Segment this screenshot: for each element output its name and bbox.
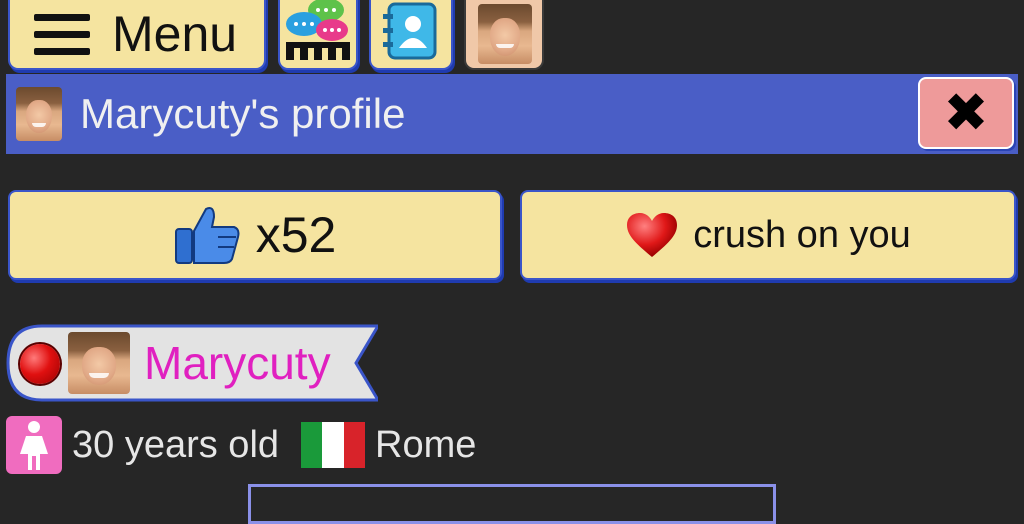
close-icon: ✖ [943, 83, 989, 143]
my-avatar-button[interactable] [464, 0, 544, 70]
italy-flag-icon [301, 422, 365, 468]
user-name-tag: Marycuty [6, 324, 378, 402]
stats-box[interactable] [248, 484, 776, 524]
online-status-icon [20, 344, 60, 384]
heart-icon [627, 213, 678, 257]
city-text: Rome [375, 423, 477, 466]
female-icon [6, 416, 62, 474]
hamburger-icon [34, 14, 90, 56]
like-count: x52 [255, 207, 337, 263]
crush-label: crush on you [693, 213, 911, 256]
like-button[interactable]: x52 [8, 190, 502, 280]
chat-bubbles-icon [286, 0, 350, 60]
menu-label: Menu [112, 6, 238, 62]
address-book-icon [383, 2, 437, 60]
profile-avatar[interactable] [68, 332, 130, 394]
header-avatar [16, 87, 62, 141]
contacts-button[interactable] [369, 0, 453, 70]
profile-header: Marycuty's profile ✖ [6, 74, 1018, 154]
menu-button[interactable]: Menu [8, 0, 266, 70]
avatar-photo [478, 4, 532, 64]
thumbs-up-icon [174, 207, 240, 264]
page-title: Marycuty's profile [80, 90, 406, 137]
close-button[interactable]: ✖ [918, 77, 1014, 149]
chat-button[interactable] [278, 0, 358, 70]
age-text: 30 years old [72, 423, 280, 466]
profile-info-row: 30 years old Rome [6, 416, 476, 474]
profile-name: Marycuty [144, 337, 331, 389]
crush-button[interactable]: crush on you [520, 190, 1016, 280]
